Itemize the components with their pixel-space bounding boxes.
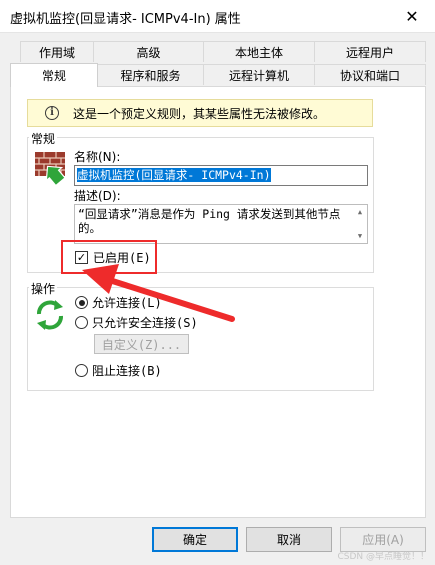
allow-secure-radio[interactable] xyxy=(75,316,88,329)
general-group-title: 常规 xyxy=(29,130,58,147)
highlight-box xyxy=(61,240,157,274)
tab-remote-computers[interactable]: 远程计算机 xyxy=(203,64,315,85)
tab-programs-services[interactable]: 程序和服务 xyxy=(97,64,204,85)
scroll-down-icon[interactable]: ▼ xyxy=(358,229,362,243)
title-bar: 虚拟机监控(回显请求- ICMPv4-In) 属性 ✕ xyxy=(0,0,435,33)
tab-advanced[interactable]: 高级 xyxy=(93,41,204,62)
close-button[interactable]: ✕ xyxy=(389,0,435,32)
allow-connection-radio[interactable] xyxy=(75,296,88,309)
window-title: 虚拟机监控(回显请求- ICMPv4-In) 属性 xyxy=(10,12,241,27)
customize-button[interactable]: 自定义(Z)... xyxy=(94,334,189,354)
description-label: 描述(D): xyxy=(74,189,121,203)
name-field[interactable]: 虚拟机监控(回显请求- ICMPv4-In) xyxy=(74,165,368,186)
scroll-up-icon[interactable]: ▲ xyxy=(358,205,362,219)
refresh-arrows-icon xyxy=(37,300,63,330)
watermark: CSDN @早点睡觉！！ xyxy=(337,552,429,562)
allow-secure-label: 只允许安全连接(S) xyxy=(92,316,198,330)
tab-general[interactable]: 常规 xyxy=(10,63,98,87)
description-field[interactable]: “回显请求”消息是作为 Ping 请求发送到其他节点的。 ▲ ▼ xyxy=(74,204,368,244)
description-value: “回显请求”消息是作为 Ping 请求发送到其他节点的。 xyxy=(78,207,341,235)
description-scrollbar[interactable]: ▲ ▼ xyxy=(353,205,367,243)
ok-button[interactable]: 确定 xyxy=(152,527,238,552)
action-group-title: 操作 xyxy=(29,280,58,297)
tab-scope[interactable]: 作用域 xyxy=(20,41,94,62)
tab-remote-users[interactable]: 远程用户 xyxy=(314,41,426,62)
allow-connection-label: 允许连接(L) xyxy=(92,296,162,310)
info-icon: i xyxy=(45,106,59,120)
firewall-rule-icon xyxy=(35,152,66,185)
cancel-button[interactable]: 取消 xyxy=(246,527,332,552)
name-label: 名称(N): xyxy=(74,150,121,164)
tab-protocols-ports[interactable]: 协议和端口 xyxy=(314,64,426,85)
tab-local-principals[interactable]: 本地主体 xyxy=(203,41,315,62)
block-connection-label: 阻止连接(B) xyxy=(92,364,162,378)
info-text: 这是一个预定义规则，其某些属性无法被修改。 xyxy=(73,106,326,121)
name-value: 虚拟机监控(回显请求- ICMPv4-In) xyxy=(77,168,271,182)
block-connection-radio[interactable] xyxy=(75,364,88,377)
info-bar: i 这是一个预定义规则，其某些属性无法被修改。 xyxy=(27,99,373,127)
